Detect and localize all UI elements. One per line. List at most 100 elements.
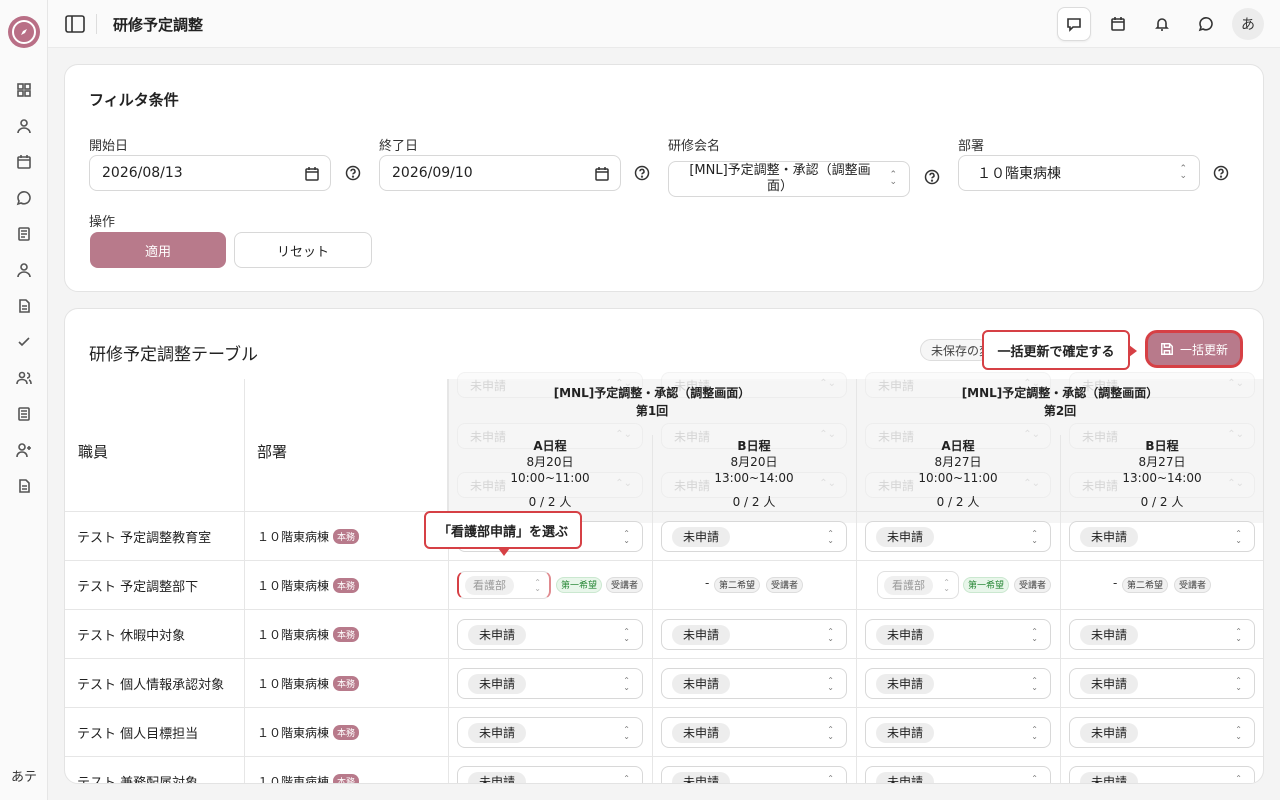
dashboard-icon[interactable] bbox=[14, 80, 34, 100]
list-icon[interactable] bbox=[14, 224, 34, 244]
dept-select[interactable]: １０階東病棟 ⌃ ⌄ bbox=[958, 155, 1200, 191]
status-select[interactable]: 未申請 ⌃⌄ bbox=[865, 668, 1051, 699]
attendee-tag: 受講者 bbox=[1014, 577, 1052, 593]
bulk-update-button[interactable]: 一括更新 bbox=[1145, 330, 1243, 368]
status-pill: 未申請 bbox=[1080, 625, 1139, 645]
main-badge: 本務 bbox=[333, 725, 360, 740]
divider bbox=[96, 14, 97, 34]
calendar-icon[interactable] bbox=[594, 166, 610, 182]
second-choice-tag: 第二希望 bbox=[1122, 577, 1169, 593]
check-icon[interactable] bbox=[14, 332, 34, 352]
status-pill: 未申請 bbox=[1080, 772, 1139, 783]
sidebar-toggle-icon[interactable] bbox=[64, 13, 86, 35]
start-date-label: 開始日 bbox=[89, 139, 129, 154]
main-badge: 本務 bbox=[333, 578, 360, 593]
status-select[interactable]: 未申請 ⌃⌄ bbox=[457, 766, 643, 784]
chat-icon[interactable] bbox=[14, 188, 34, 208]
chevron-updown-icon: ⌃⌄ bbox=[1235, 627, 1242, 643]
user-plus-icon[interactable] bbox=[14, 440, 34, 460]
help-icon[interactable] bbox=[924, 169, 940, 185]
calendar-icon[interactable] bbox=[14, 152, 34, 172]
status-select[interactable]: 未申請 ⌃⌄ bbox=[865, 717, 1051, 748]
status-select[interactable]: 未申請 ⌃⌄ bbox=[865, 766, 1051, 783]
filter-title: フィルタ条件 bbox=[89, 91, 179, 109]
status-select[interactable]: 未申請 ⌃⌄ bbox=[865, 619, 1051, 650]
status-select[interactable]: 未申請 ⌃⌄ bbox=[661, 668, 847, 699]
chevron-updown-icon: ⌃⌄ bbox=[1235, 676, 1242, 692]
status-select[interactable]: 未申請 ⌃⌄ bbox=[457, 619, 643, 650]
user-icon[interactable] bbox=[14, 116, 34, 136]
schedule-header: A日程 8月27日 10:00~11:00 0 / 2 人 bbox=[856, 438, 1060, 510]
status-select[interactable]: 未申請 ⌃⌄ bbox=[1069, 717, 1255, 748]
help-icon[interactable] bbox=[1213, 165, 1229, 181]
report-icon[interactable] bbox=[14, 476, 34, 496]
staff-name: テスト 休暇中対象 bbox=[77, 629, 186, 644]
col-header-dept: 部署 bbox=[257, 443, 288, 461]
status-select-highlighted[interactable]: 看護部 ⌃ ⌄ bbox=[457, 571, 551, 599]
table-row: テスト 兼務配属対象 １０階東病棟本務 未申請 ⌃⌄ 未申請 ⌃⌄ 未申請 ⌃⌄ 未申… bbox=[65, 756, 1263, 784]
table-row: テスト 休暇中対象 １０階東病棟 本務 未申請 ⌃ ⌄ 未申請 ⌃ ⌄ 未申請 ⌃ ⌄ 未申請… bbox=[65, 609, 1263, 658]
training-select[interactable]: [MNL]予定調整・承認（調整画面） ⌃ ⌄ bbox=[668, 161, 910, 197]
attendee-tag: 受講者 bbox=[766, 577, 804, 593]
status-select[interactable]: 未申請 ⌃⌄ bbox=[661, 619, 847, 650]
second-choice-tag: 第二希望 bbox=[714, 577, 761, 593]
document-icon[interactable] bbox=[14, 296, 34, 316]
user-menu[interactable]: あテ bbox=[8, 761, 40, 789]
status-pill: 未申請 bbox=[876, 723, 935, 743]
callout-select-nursing: 「看護部申請」を選ぶ bbox=[424, 511, 582, 556]
status-select[interactable]: 未申請 ⌃⌄ bbox=[1069, 619, 1255, 650]
avatar[interactable]: あ bbox=[1232, 8, 1264, 40]
attendee-tag: 受講者 bbox=[1174, 577, 1212, 593]
group-header-2: [MNL]予定調整・承認（調整画面） 第2回 bbox=[856, 384, 1263, 420]
status-select[interactable]: 未申請 ⌃⌄ bbox=[661, 717, 847, 748]
status-select[interactable]: 未申請 ⌃⌄ bbox=[457, 717, 643, 748]
status-pill: 看護部 bbox=[884, 576, 933, 595]
app-logo[interactable] bbox=[8, 16, 40, 48]
sidebar: あテ bbox=[0, 0, 48, 800]
chevron-updown-icon: ⌃⌄ bbox=[1031, 627, 1038, 643]
status-select[interactable]: 未申請 ⌃⌄ bbox=[1069, 766, 1255, 783]
chevron-updown-icon: ⌃⌄ bbox=[623, 725, 630, 741]
message-button[interactable] bbox=[1057, 7, 1091, 41]
status-select[interactable]: 看護部 ⌃ ⌄ bbox=[877, 571, 959, 599]
list-alt-icon[interactable] bbox=[14, 404, 34, 424]
users-icon[interactable] bbox=[14, 368, 34, 388]
status-select[interactable]: 未申請 ⌃⌄ bbox=[457, 668, 643, 699]
end-date-label: 終了日 bbox=[379, 139, 419, 154]
schedule-count: 0 / 2 人 bbox=[1140, 495, 1184, 509]
end-date-value: 2026/09/10 bbox=[392, 165, 473, 181]
chevron-updown-icon: ⌃⌄ bbox=[623, 774, 630, 784]
staff-dept: １０階東病棟 本務 bbox=[257, 724, 360, 741]
reset-button[interactable]: リセット bbox=[234, 232, 372, 268]
calendar-icon[interactable] bbox=[304, 166, 320, 182]
first-choice-tag: 第一希望 bbox=[963, 577, 1010, 593]
status-select[interactable]: 未申請 ⌃⌄ bbox=[661, 766, 847, 783]
status-select[interactable]: 未申請 ⌃⌄ bbox=[1069, 668, 1255, 699]
main-badge: 本務 bbox=[333, 774, 360, 783]
status-select[interactable]: 未申請 ⌃⌄ bbox=[661, 521, 847, 552]
dept-text: １０階東病棟 bbox=[257, 775, 330, 784]
table-row: テスト 予定調整教育室 １０階東病棟本務 未申請 ⌃⌄ 未申請 ⌃⌄ 未申請 ⌃⌄ 未… bbox=[65, 511, 1263, 560]
status-select[interactable]: 未申請 ⌃⌄ bbox=[865, 521, 1051, 552]
help-icon[interactable] bbox=[345, 165, 361, 181]
dept-text: １０階東病棟 bbox=[257, 677, 330, 691]
dept-text: １０階東病棟 bbox=[257, 579, 330, 593]
notification-button[interactable] bbox=[1145, 7, 1179, 41]
status-pill: 未申請 bbox=[468, 772, 527, 783]
col-header-staff: 職員 bbox=[78, 443, 109, 461]
status-select[interactable]: 未申請 ⌃⌄ bbox=[1069, 521, 1255, 552]
end-date-input[interactable]: 2026/09/10 bbox=[379, 155, 621, 191]
calendar-button[interactable] bbox=[1101, 7, 1135, 41]
calendar-icon bbox=[1111, 17, 1125, 31]
schedule-header: B日程 8月20日 13:00~14:00 0 / 2 人 bbox=[652, 438, 856, 510]
start-date-input[interactable]: 2026/08/13 bbox=[89, 155, 331, 191]
help-icon[interactable] bbox=[634, 165, 650, 181]
schedule-name: A日程 bbox=[941, 439, 975, 453]
chat-button[interactable] bbox=[1189, 7, 1223, 41]
apply-button[interactable]: 適用 bbox=[90, 232, 226, 268]
group-round: 第2回 bbox=[1043, 404, 1077, 418]
status-pill: 未申請 bbox=[468, 625, 527, 645]
person-icon[interactable] bbox=[14, 260, 34, 280]
group-header-1: [MNL]予定調整・承認（調整画面） 第1回 bbox=[448, 384, 856, 420]
status-pill: 未申請 bbox=[468, 674, 527, 694]
